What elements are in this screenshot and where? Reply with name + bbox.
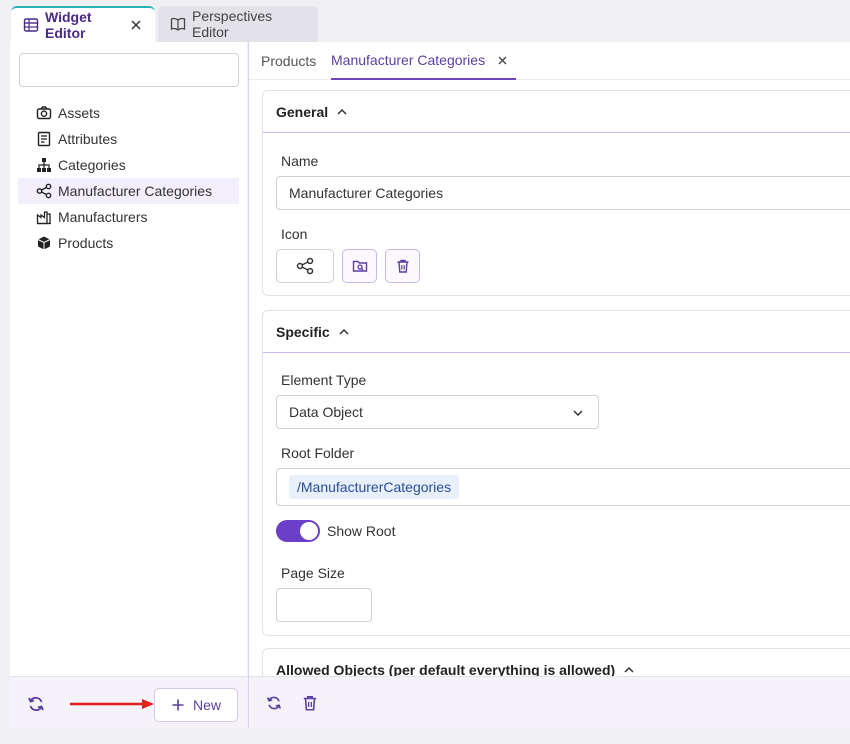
search-input[interactable] [19, 53, 239, 87]
sidebar-footer: New [10, 676, 247, 728]
plus-icon [171, 698, 185, 712]
name-label: Name [281, 153, 319, 169]
folder-search-icon [352, 258, 368, 274]
factory-icon [36, 209, 52, 225]
tree-item-assets[interactable]: Assets [18, 100, 239, 126]
section-title: Specific [276, 323, 330, 340]
refresh-icon[interactable] [265, 694, 283, 712]
tab-products[interactable]: Products [261, 42, 316, 80]
widget-tree: Assets Attributes Categories Manufacture… [18, 100, 239, 256]
close-icon[interactable] [497, 55, 508, 66]
new-button[interactable]: New [154, 688, 238, 722]
root-folder-chip[interactable]: /ManufacturerCategories [289, 475, 460, 499]
tab-widget-editor[interactable]: Widget Editor [11, 6, 155, 42]
editor-footer [249, 676, 850, 728]
tree-item-label: Manufacturer Categories [58, 183, 213, 199]
cube-icon [36, 235, 52, 251]
show-root-label: Show Root [327, 523, 396, 539]
page-size-field[interactable] [276, 588, 372, 622]
icon-label: Icon [281, 226, 308, 242]
element-type-label: Element Type [281, 372, 367, 388]
chevron-up-icon [336, 106, 348, 118]
tree-item-categories[interactable]: Categories [18, 152, 239, 178]
element-type-select[interactable]: Data Object [276, 395, 599, 429]
tab-label: Widget Editor [45, 9, 92, 41]
element-type-value: Data Object [289, 404, 363, 420]
top-tab-bar: Widget Editor Perspectives Editor [0, 0, 850, 42]
tree-item-manufacturer-categories[interactable]: Manufacturer Categories [18, 178, 239, 204]
tree-item-label: Products [58, 235, 114, 251]
tab-manufacturer-categories[interactable]: Manufacturer Categories [331, 42, 517, 80]
tab-label: Manufacturer Categories [331, 52, 486, 68]
select-icon-button[interactable] [342, 249, 377, 283]
refresh-icon[interactable] [26, 694, 46, 714]
tree-item-products[interactable]: Products [18, 230, 239, 256]
general-section-header[interactable]: General [263, 91, 850, 133]
chevron-down-icon [572, 407, 584, 419]
camera-icon [36, 105, 52, 121]
trash-icon [395, 258, 411, 274]
root-folder-label: Root Folder [281, 445, 355, 461]
share-icon [36, 183, 52, 199]
section-title: General [276, 103, 329, 120]
tree-item-label: Categories [58, 157, 126, 173]
tree-item-attributes[interactable]: Attributes [18, 126, 239, 152]
new-button-label: New [192, 697, 221, 713]
chevron-up-icon [338, 326, 350, 338]
hierarchy-icon [36, 157, 52, 173]
table-icon [23, 17, 39, 33]
page-size-label: Page Size [281, 565, 345, 581]
icon-preview-button[interactable] [276, 249, 334, 283]
book-icon [170, 16, 186, 32]
close-icon[interactable] [129, 18, 143, 32]
name-field[interactable]: Manufacturer Categories [276, 176, 850, 210]
chevron-up-icon [623, 664, 635, 676]
sidebar: Assets Attributes Categories Manufacture… [10, 42, 247, 728]
toggle-knob [300, 522, 318, 540]
tree-item-label: Assets [58, 105, 101, 121]
show-root-toggle[interactable] [276, 520, 320, 542]
specific-section: Specific Element Type Data Object Root F… [262, 310, 850, 636]
tree-item-manufacturers[interactable]: Manufacturers [18, 204, 239, 230]
arrow-annotation [70, 697, 156, 711]
tree-item-label: Manufacturers [58, 209, 148, 225]
specific-section-header[interactable]: Specific [263, 311, 850, 353]
share-icon [296, 257, 314, 275]
tab-perspectives-editor[interactable]: Perspectives Editor [158, 6, 318, 42]
tab-label: Perspectives Editor [192, 8, 273, 40]
delete-icon-button[interactable] [385, 249, 420, 283]
sub-tab-bar: Products Manufacturer Categories [249, 42, 850, 80]
general-section: General Name Manufacturer Categories Ico… [262, 90, 850, 296]
tree-item-label: Attributes [58, 131, 118, 147]
editor-panel: Products Manufacturer Categories General… [248, 42, 850, 728]
trash-icon[interactable] [301, 694, 319, 712]
root-folder-field[interactable]: /ManufacturerCategories [276, 468, 850, 506]
tab-label: Products [261, 53, 317, 69]
name-value: Manufacturer Categories [289, 185, 444, 201]
document-icon [36, 131, 52, 147]
